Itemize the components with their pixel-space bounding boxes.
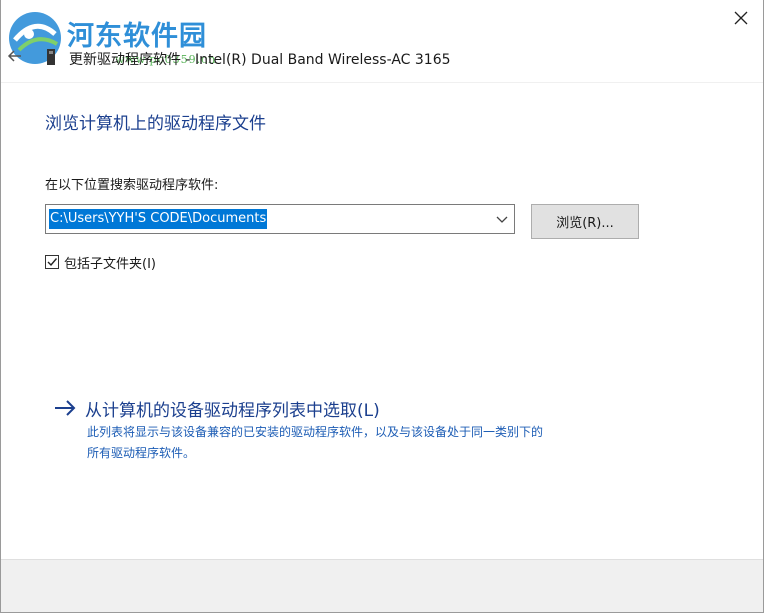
checkbox-box[interactable]	[45, 255, 59, 269]
search-location-label: 在以下位置搜索驱动程序软件:	[45, 178, 219, 193]
title-device-name: Intel(R) Dual Band Wireless-AC 3165	[194, 52, 451, 68]
title-divider	[1, 82, 763, 83]
chevron-down-icon[interactable]	[496, 213, 508, 225]
checkmark-icon	[47, 258, 58, 267]
title-bar: 更新驱动程序软件 - Intel(R) Dual Band Wireless-A…	[1, 40, 763, 74]
pick-from-list-label[interactable]: 从计算机的设备驱动程序列表中选取(L)	[85, 396, 380, 421]
description-line-2: 所有驱动程序软件。	[87, 446, 196, 460]
path-combobox[interactable]: C:\Users\YYH'S CODE\Documents	[45, 204, 515, 234]
device-icon	[45, 48, 57, 66]
page-heading: 浏览计算机上的驱动程序文件	[45, 114, 266, 134]
arrow-right-icon	[55, 400, 76, 416]
close-icon	[734, 11, 748, 25]
back-arrow-icon	[7, 50, 21, 62]
update-driver-window: 河东软件园 www.pc0359.cn 更新驱动程序软件 - Intel(R) …	[0, 0, 764, 613]
back-button[interactable]	[7, 48, 23, 64]
close-button[interactable]	[727, 4, 755, 32]
window-title: 更新驱动程序软件 - Intel(R) Dual Band Wireless-A…	[69, 49, 451, 69]
pick-from-list-description: 此列表将显示与该设备兼容的已安装的驱动程序软件，以及与该设备处于同一类别下的 所…	[87, 422, 687, 464]
path-input-value[interactable]: C:\Users\YYH'S CODE\Documents	[49, 209, 268, 229]
include-subfolders-label: 包括子文件夹(I)	[64, 256, 156, 272]
title-prefix: 更新驱动程序软件 -	[69, 52, 195, 68]
pick-from-list-link[interactable]: 从计算机的设备驱动程序列表中选取(L)	[53, 394, 380, 422]
footer-bar	[1, 559, 763, 612]
include-subfolders-checkbox[interactable]: 包括子文件夹(I)	[45, 252, 156, 272]
browse-button[interactable]: 浏览(R)...	[531, 204, 639, 239]
description-line-1: 此列表将显示与该设备兼容的已安装的驱动程序软件，以及与该设备处于同一类别下的	[87, 425, 544, 439]
